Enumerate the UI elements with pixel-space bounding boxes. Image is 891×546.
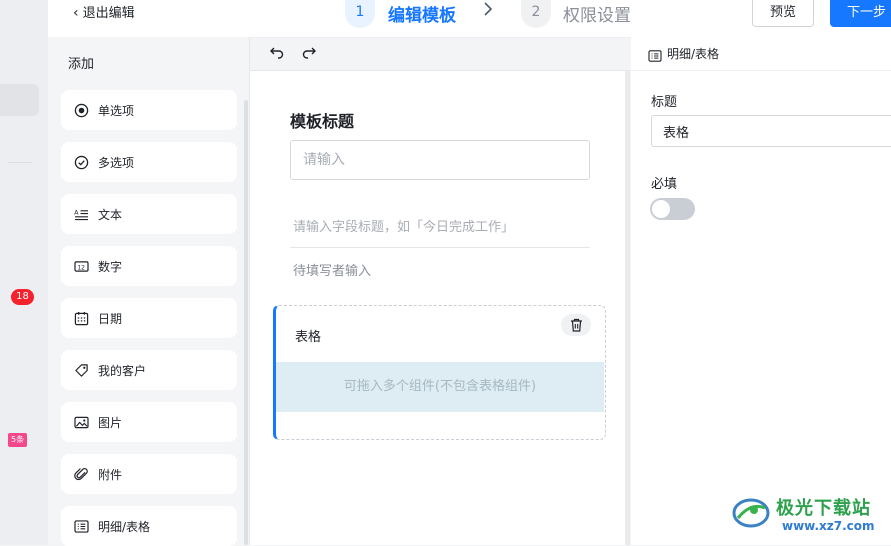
exit-edit-link[interactable]: ‹ 退出编辑 xyxy=(73,2,135,21)
table-drop-zone[interactable]: 可拖入多个组件(不包含表格组件) xyxy=(276,362,604,412)
component-label: 我的客户 xyxy=(98,363,147,378)
check-circle-icon xyxy=(73,154,89,170)
component-text[interactable]: A 文本 xyxy=(61,194,237,234)
table-card-title: 表格 xyxy=(295,330,322,345)
field-title-input[interactable] xyxy=(290,208,590,248)
number-icon: 12 xyxy=(73,258,89,274)
component-image[interactable]: 图片 xyxy=(61,402,237,442)
redo-icon[interactable] xyxy=(301,44,319,62)
required-prop-label: 必填 xyxy=(651,177,678,192)
properties-panel xyxy=(631,37,891,545)
step-1-label[interactable]: 编辑模板 xyxy=(388,1,456,26)
svg-text:A: A xyxy=(74,208,79,216)
component-label: 数字 xyxy=(98,259,123,274)
customer-tag-icon xyxy=(73,362,89,378)
component-label: 图片 xyxy=(98,415,123,430)
component-attachment[interactable]: 附件 xyxy=(61,454,237,494)
title-prop-input[interactable] xyxy=(651,115,891,147)
sidebar-active-item[interactable] xyxy=(0,84,39,116)
radio-icon xyxy=(73,102,89,118)
component-number[interactable]: 12 数字 xyxy=(61,246,237,286)
preview-button[interactable]: 预览 xyxy=(752,0,814,27)
exit-edit-label: 退出编辑 xyxy=(82,6,135,21)
required-toggle[interactable] xyxy=(650,198,695,220)
unread-count-badge: 18 xyxy=(11,289,34,305)
new-items-badge: 5条 xyxy=(8,433,28,447)
component-label: 多选项 xyxy=(98,155,135,170)
component-checkbox[interactable]: 多选项 xyxy=(61,142,237,182)
table-icon xyxy=(648,47,662,66)
calendar-icon xyxy=(73,310,89,326)
next-step-button[interactable]: 下一步 xyxy=(830,0,891,27)
component-date[interactable]: 日期 xyxy=(61,298,237,338)
svg-text:12: 12 xyxy=(77,264,85,271)
toggle-knob xyxy=(652,200,670,218)
image-icon xyxy=(73,414,89,430)
properties-header: 明细/表格 xyxy=(631,37,891,71)
component-radio[interactable]: 单选项 xyxy=(61,90,237,130)
component-panel-title: 添加 xyxy=(68,57,95,72)
table-component-card[interactable]: 表格 可拖入多个组件(不包含表格组件) xyxy=(273,305,606,440)
component-customer[interactable]: 我的客户 xyxy=(61,350,237,390)
watermark-name: 极光下载站 xyxy=(776,498,871,519)
canvas-divider xyxy=(625,71,630,545)
component-panel-scrollbar[interactable] xyxy=(244,100,248,545)
chevron-left-icon: ‹ xyxy=(73,5,79,21)
paperclip-icon xyxy=(73,466,89,482)
step-2-label[interactable]: 权限设置 xyxy=(563,1,631,26)
trash-icon[interactable] xyxy=(561,314,591,336)
component-label: 附件 xyxy=(98,467,123,482)
text-lines-icon: A xyxy=(73,206,89,222)
watermark-url: www.xz7.com xyxy=(782,519,875,533)
canvas-toolbar xyxy=(250,38,630,71)
component-label: 日期 xyxy=(98,311,123,326)
sidebar-divider xyxy=(8,162,32,163)
watermark: 极光下载站 www.xz7.com xyxy=(732,492,887,540)
title-prop-label: 标题 xyxy=(651,95,678,110)
component-label: 文本 xyxy=(98,207,123,222)
table-icon xyxy=(73,518,89,534)
app-sidebar-strip: 18 5条 xyxy=(0,0,48,545)
template-title-heading: 模板标题 xyxy=(290,112,355,131)
undo-icon[interactable] xyxy=(269,44,287,62)
field-fill-hint: 待填写者输入 xyxy=(293,264,372,279)
template-title-input[interactable] xyxy=(290,140,590,180)
component-label: 明细/表格 xyxy=(98,519,151,534)
watermark-logo xyxy=(732,498,770,528)
component-table[interactable]: 明细/表格 xyxy=(61,506,237,546)
chevron-right-icon xyxy=(483,1,493,21)
properties-header-label: 明细/表格 xyxy=(667,47,720,61)
component-label: 单选项 xyxy=(98,103,135,118)
